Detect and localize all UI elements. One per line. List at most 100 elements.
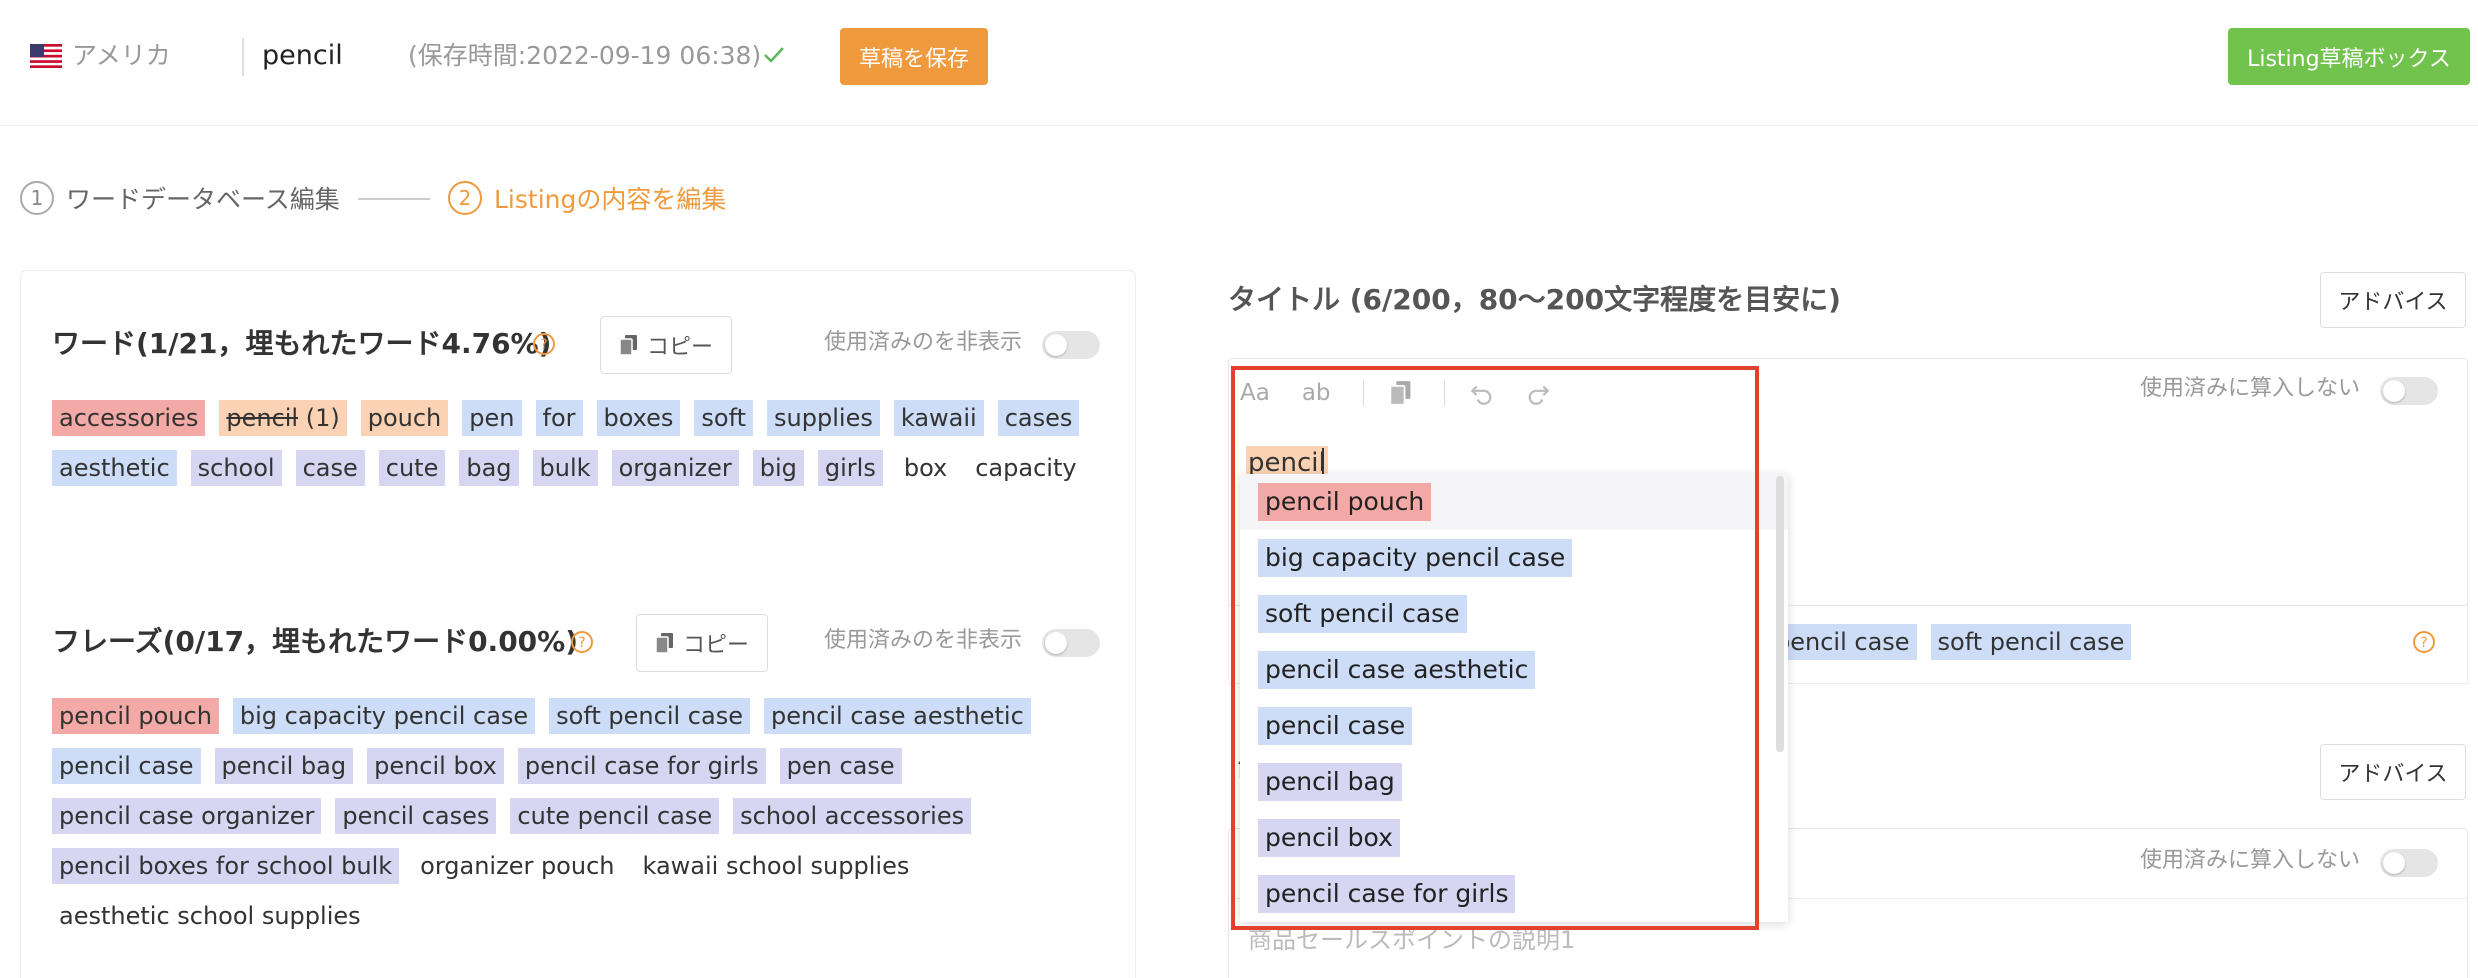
phrases-chip[interactable]: pencil boxes for school bulk — [52, 848, 400, 884]
words-chip[interactable]: organizer — [611, 450, 739, 486]
phrases-chip[interactable]: pencil pouch — [52, 698, 219, 734]
words-chip[interactable]: aesthetic — [52, 450, 177, 486]
words-chip-text: pouch — [367, 404, 442, 432]
step-1-label: ワードデータベース編集 — [66, 185, 340, 214]
words-hide-used-toggle[interactable] — [1042, 331, 1100, 359]
words-chip-text: organizer — [618, 454, 732, 482]
words-chip-text: big — [759, 454, 797, 482]
phrases-chip[interactable]: cute pencil case — [510, 798, 720, 834]
dropdown-item-label: pencil pouch — [1258, 483, 1432, 521]
step-1-number: 1 — [20, 181, 54, 215]
phrases-chip[interactable]: pencil case for girls — [517, 748, 766, 784]
phrases-hide-used-toggle[interactable] — [1042, 629, 1100, 657]
svg-text:?: ? — [578, 635, 585, 651]
words-chip[interactable]: bulk — [532, 450, 598, 486]
words-chip[interactable]: for — [535, 400, 583, 436]
phrases-chip[interactable]: aesthetic school supplies — [52, 898, 368, 934]
save-draft-button[interactable]: 草稿を保存 — [840, 28, 988, 85]
dropdown-item[interactable]: soft pencil case — [1240, 586, 1788, 642]
words-chip[interactable]: case — [295, 450, 365, 486]
words-chip-text: capacity — [975, 454, 1077, 482]
dropdown-item-label: pencil box — [1258, 819, 1400, 857]
lowercase-button[interactable]: ab — [1302, 380, 1331, 406]
dropdown-item[interactable]: pencil bag — [1240, 754, 1788, 810]
marketplace-country[interactable]: アメリカ — [72, 40, 171, 72]
words-chip[interactable]: accessories — [52, 400, 206, 436]
us-flag-icon — [30, 44, 62, 68]
phrases-copy-button[interactable]: コピー — [636, 614, 768, 672]
phrases-chip[interactable]: pen case — [779, 748, 902, 784]
words-chip[interactable]: pencil (1) — [219, 400, 347, 436]
bullet-advice-button[interactable]: アドバイス — [2320, 744, 2466, 800]
words-chip[interactable]: girls — [817, 450, 883, 486]
svg-text:?: ? — [2420, 635, 2427, 651]
words-chip[interactable]: box — [897, 450, 954, 486]
phrases-chip[interactable]: school accessories — [733, 798, 972, 834]
words-chip[interactable]: cute — [378, 450, 446, 486]
phrases-chip-text: organizer pouch — [420, 852, 615, 880]
phrases-chip-text: pencil pouch — [59, 702, 212, 730]
redo-icon[interactable] — [1525, 380, 1551, 406]
dropdown-scrollbar[interactable] — [1776, 476, 1784, 752]
title-not-count-toggle[interactable] — [2380, 377, 2438, 405]
words-chip[interactable]: bag — [459, 450, 519, 486]
phrases-chip[interactable]: organizer pouch — [413, 848, 621, 884]
phrases-chip[interactable]: pencil case — [52, 748, 201, 784]
dropdown-item[interactable]: pencil box — [1240, 810, 1788, 866]
step-2[interactable]: 2 Listingの内容を編集 — [448, 180, 726, 216]
words-copy-button[interactable]: コピー — [600, 316, 732, 374]
draft-box-button[interactable]: Listing草稿ボックス — [2228, 28, 2470, 85]
phrases-chip[interactable]: pencil case organizer — [52, 798, 322, 834]
phrases-chip[interactable]: kawaii school supplies — [635, 848, 916, 884]
words-chip[interactable]: pen — [462, 400, 522, 436]
words-chip[interactable]: big — [752, 450, 804, 486]
dropdown-item-label: pencil bag — [1258, 763, 1402, 801]
bullet-not-count-toggle[interactable] — [2380, 849, 2438, 877]
words-chip-text: accessories — [59, 404, 199, 432]
words-hide-used-label: 使用済みのを非表示 — [824, 330, 1023, 355]
phrases-chip-text: pencil bag — [221, 752, 347, 780]
step-1[interactable]: 1 ワードデータベース編集 — [20, 180, 340, 216]
dropdown-item[interactable]: big capacity pencil case — [1240, 530, 1788, 586]
phrases-chip-text: pencil cases — [342, 802, 490, 830]
dropdown-item[interactable]: pencil case aesthetic — [1240, 642, 1788, 698]
word-chip-list: accessories pencil (1) pouch pen for boxes sof… — [52, 400, 1112, 486]
dropdown-item-label: soft pencil case — [1258, 595, 1467, 633]
phrases-chip-text: soft pencil case — [556, 702, 743, 730]
words-chip[interactable]: cases — [997, 400, 1080, 436]
help-icon[interactable]: ? — [2412, 630, 2436, 654]
copy-icon[interactable] — [1388, 380, 1414, 406]
phrases-chip[interactable]: pencil cases — [335, 798, 497, 834]
help-icon[interactable]: ? — [532, 332, 556, 356]
words-chip[interactable]: school — [190, 450, 282, 486]
capitalize-button[interactable]: Aa — [1240, 380, 1270, 406]
words-chip-text: kawaii — [900, 404, 977, 432]
title-suggest-chips: pencil case soft pencil case — [1768, 624, 2132, 660]
suggest-chip[interactable]: soft pencil case — [1930, 624, 2132, 660]
phrases-chip[interactable]: soft pencil case — [549, 698, 750, 734]
dropdown-item[interactable]: pencil case — [1240, 698, 1788, 754]
words-chip-text: bulk — [539, 454, 591, 482]
words-chip-text: supplies — [774, 404, 873, 432]
title-advice-button[interactable]: アドバイス — [2320, 272, 2466, 328]
words-chip[interactable]: supplies — [767, 400, 880, 436]
words-chip[interactable]: soft — [694, 400, 754, 436]
dropdown-item[interactable]: pencil pouch — [1240, 474, 1788, 530]
phrases-chip-text: pencil case organizer — [59, 802, 315, 830]
phrases-chip[interactable]: pencil bag — [214, 748, 354, 784]
dropdown-item[interactable]: pencil case for girls — [1240, 866, 1788, 922]
dropdown-item-label: pencil case for girls — [1258, 875, 1516, 913]
words-chip[interactable]: boxes — [596, 400, 681, 436]
toolbar-divider — [1362, 380, 1364, 406]
words-chip[interactable]: pouch — [360, 400, 449, 436]
help-icon[interactable]: ? — [570, 630, 594, 654]
title-editor-heading: タイトル (6/200，80～200文字程度を目安に) — [1228, 283, 1841, 316]
words-chip[interactable]: capacity — [968, 450, 1083, 486]
dropdown-item-label: big capacity pencil case — [1258, 539, 1573, 577]
suggest-chip[interactable]: pencil case — [1768, 624, 1917, 660]
phrases-chip[interactable]: big capacity pencil case — [232, 698, 536, 734]
words-chip[interactable]: kawaii — [893, 400, 984, 436]
phrases-chip[interactable]: pencil box — [367, 748, 504, 784]
undo-icon[interactable] — [1469, 380, 1495, 406]
phrases-chip[interactable]: pencil case aesthetic — [763, 698, 1031, 734]
